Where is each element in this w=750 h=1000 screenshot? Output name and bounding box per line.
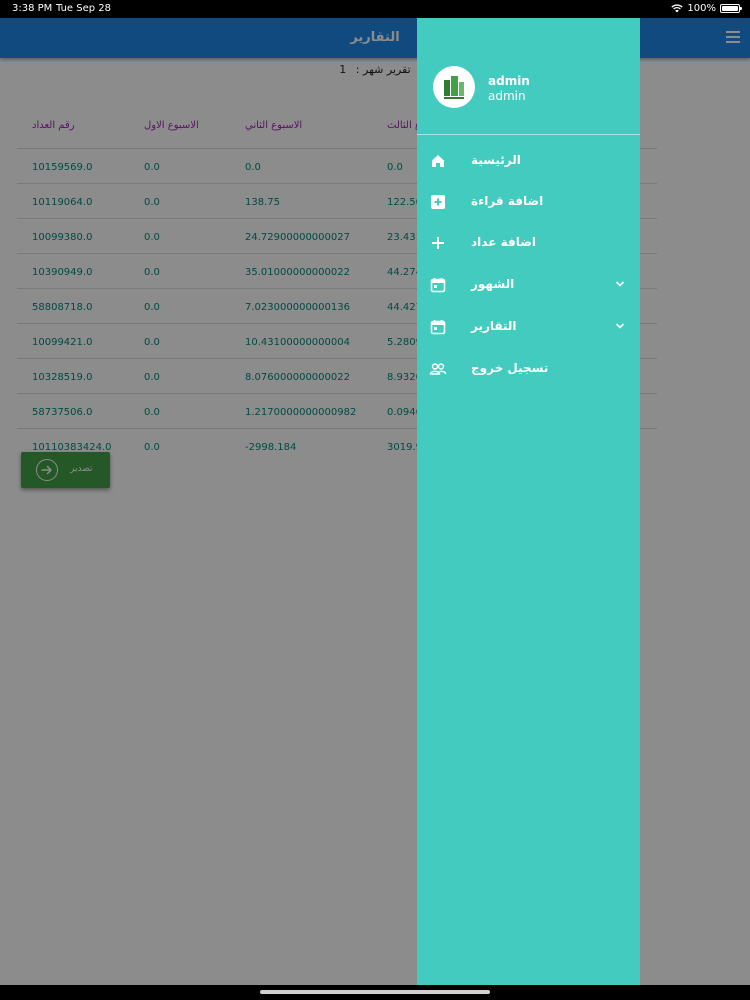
nav-item-months[interactable]: الشهور xyxy=(417,267,640,303)
home-indicator[interactable] xyxy=(260,990,490,994)
nav-item-logout[interactable]: تسجيل خروج xyxy=(417,351,640,387)
chevron-down-icon[interactable] xyxy=(614,320,626,332)
plus-icon xyxy=(432,237,444,249)
drawer-header: admin admin xyxy=(417,18,640,135)
user-name: admin xyxy=(488,74,530,88)
app-screen: التقارير تقرير شهر : 1 رقم العداد الاسبو… xyxy=(0,18,750,985)
add-box-icon xyxy=(431,195,445,209)
calendar-icon xyxy=(430,320,446,335)
calendar-icon xyxy=(430,278,446,293)
users-icon xyxy=(429,363,447,375)
home-icon xyxy=(432,155,444,167)
nav-item-reports[interactable]: التقارير xyxy=(417,309,640,345)
battery-icon xyxy=(720,4,742,13)
status-date: Tue Sep 28 xyxy=(56,3,112,14)
nav-item-add-reading[interactable]: اضافة قراءة xyxy=(417,184,640,220)
wifi-icon xyxy=(671,4,684,13)
nav-item-add-meter[interactable]: اضافة عداد xyxy=(417,225,640,261)
nav-item-label: التقارير xyxy=(471,319,517,333)
status-bar: 3:38 PM Tue Sep 28 100% xyxy=(0,0,750,18)
nav-item-label: الشهور xyxy=(471,277,515,291)
chevron-down-icon[interactable] xyxy=(614,278,626,290)
status-time: 3:38 PM xyxy=(12,3,53,14)
nav-item-label: اضافة عداد xyxy=(471,235,536,249)
nav-item-label: تسجيل خروج xyxy=(471,361,549,375)
nav-item-home[interactable]: الرئيسية xyxy=(417,143,640,179)
nav-item-label: اضافة قراءة xyxy=(471,194,544,208)
avatar xyxy=(433,66,475,108)
user-subtitle: admin xyxy=(488,89,526,103)
building-logo-icon xyxy=(444,76,464,99)
nav-item-label: الرئيسية xyxy=(471,153,521,167)
battery-percent: 100% xyxy=(687,3,716,14)
nav-drawer: admin admin الرئيسية اضافة قراءة اضافة ع… xyxy=(417,18,640,985)
status-right: 100% xyxy=(671,3,742,14)
